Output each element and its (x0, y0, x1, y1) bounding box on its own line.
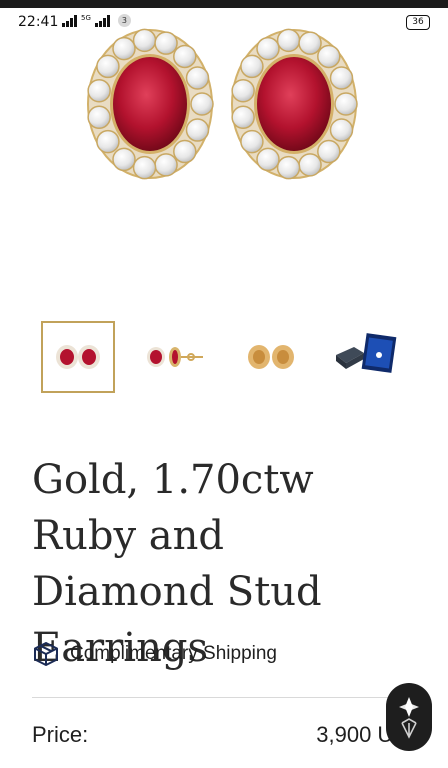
left-earring (87, 28, 214, 180)
thumbnail-1[interactable] (41, 321, 115, 393)
box-icon (34, 642, 58, 666)
thumbnail-2[interactable] (139, 321, 213, 393)
brand-logo-icon (399, 697, 419, 739)
thumbnail-4[interactable] (330, 321, 404, 393)
shipping-info: Complimentary Shipping (32, 640, 277, 668)
top-edge (0, 0, 448, 8)
product-main-image[interactable] (0, 20, 448, 190)
price-label: Price: (32, 722, 89, 747)
right-earring (231, 28, 358, 180)
thumbnail-3[interactable] (235, 321, 309, 393)
shipping-label: Complimentary Shipping (70, 643, 277, 664)
chat-button[interactable] (386, 683, 432, 751)
divider (32, 697, 424, 698)
thumbnail-strip (0, 318, 448, 398)
